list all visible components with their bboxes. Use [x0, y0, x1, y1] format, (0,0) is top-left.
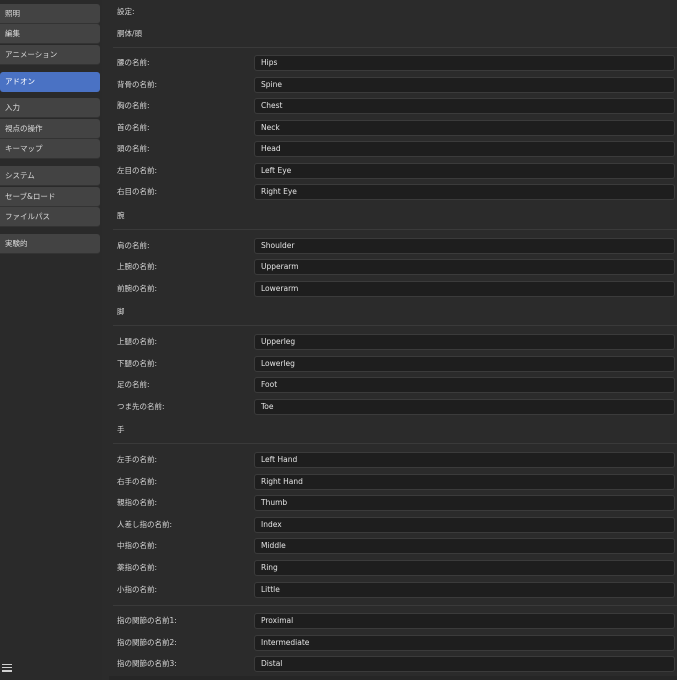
- section-divider: [113, 229, 677, 230]
- panel-bottom-edge: [109, 676, 677, 680]
- field-label-spine: 背骨の名前:: [117, 80, 158, 89]
- settings-heading: 設定:: [117, 7, 135, 16]
- field-label-index: 人差し指の名前:: [117, 520, 173, 529]
- section-divider: [113, 47, 677, 48]
- field-label-shoulder: 肩の名前:: [117, 241, 150, 250]
- field-label-hips: 腰の名前:: [117, 58, 150, 67]
- field-label-right-eye: 右目の名前:: [117, 187, 158, 196]
- field-label-thumb: 親指の名前:: [117, 498, 158, 507]
- neck-name-input[interactable]: Neck: [254, 120, 675, 136]
- field-label-foot: 足の名前:: [117, 380, 150, 389]
- lowerarm-name-input[interactable]: Lowerarm: [254, 281, 675, 297]
- sidebar-item-experimental[interactable]: 実験的: [0, 234, 100, 254]
- field-label-left-eye: 左目の名前:: [117, 166, 158, 175]
- field-label-middle: 中指の名前:: [117, 541, 158, 550]
- distal-name-input[interactable]: Distal: [254, 656, 675, 672]
- field-label-neck: 首の名前:: [117, 123, 150, 132]
- section-divider: [113, 605, 677, 606]
- field-label-distal: 指の関節の名前3:: [117, 659, 177, 668]
- proximal-name-input[interactable]: Proximal: [254, 613, 675, 629]
- field-label-head: 頭の名前:: [117, 144, 150, 153]
- field-label-little: 小指の名前:: [117, 585, 158, 594]
- field-label-upperarm: 上腕の名前:: [117, 262, 158, 271]
- chest-name-input[interactable]: Chest: [254, 98, 675, 114]
- shoulder-name-input[interactable]: Shoulder: [254, 238, 675, 254]
- intermediate-name-input[interactable]: Intermediate: [254, 635, 675, 651]
- thumb-name-input[interactable]: Thumb: [254, 495, 675, 511]
- upperleg-name-input[interactable]: Upperleg: [254, 334, 675, 350]
- upperarm-name-input[interactable]: Upperarm: [254, 259, 675, 275]
- sidebar-item-navigation[interactable]: 視点の操作: [0, 119, 100, 139]
- sidebar-item-lighting[interactable]: 照明: [0, 4, 100, 24]
- field-label-lowerleg: 下腿の名前:: [117, 359, 158, 368]
- field-label-toe: つま先の名前:: [117, 402, 165, 411]
- field-label-ring: 薬指の名前:: [117, 563, 158, 572]
- spine-name-input[interactable]: Spine: [254, 77, 675, 93]
- section-arm: 腕: [117, 211, 125, 220]
- lowerleg-name-input[interactable]: Lowerleg: [254, 356, 675, 372]
- middle-name-input[interactable]: Middle: [254, 538, 675, 554]
- section-hand: 手: [117, 425, 125, 434]
- toe-name-input[interactable]: Toe: [254, 399, 675, 415]
- field-label-right-hand: 右手の名前:: [117, 477, 158, 486]
- field-label-left-hand: 左手の名前:: [117, 455, 158, 464]
- addon-preferences-panel: 設定: 胴体/頭 腰の名前: Hips 背骨の名前: Spine 胸の名前: C…: [109, 0, 677, 680]
- sidebar-item-animation[interactable]: アニメーション: [0, 45, 100, 65]
- sidebar-item-save-load[interactable]: セーブ&ロード: [0, 187, 100, 207]
- right-eye-name-input[interactable]: Right Eye: [254, 184, 675, 200]
- sidebar-item-system[interactable]: システム: [0, 166, 100, 186]
- foot-name-input[interactable]: Foot: [254, 377, 675, 393]
- hips-name-input[interactable]: Hips: [254, 55, 675, 71]
- preferences-sidebar: 照明 編集 アニメーション アドオン 入力 視点の操作 キーマップ システム セ…: [0, 0, 102, 680]
- index-name-input[interactable]: Index: [254, 517, 675, 533]
- section-leg: 脚: [117, 307, 125, 316]
- field-label-lowerarm: 前腕の名前:: [117, 284, 158, 293]
- sidebar-item-editing[interactable]: 編集: [0, 24, 100, 44]
- field-label-chest: 胸の名前:: [117, 101, 150, 110]
- field-label-upperleg: 上腿の名前:: [117, 337, 158, 346]
- left-eye-name-input[interactable]: Left Eye: [254, 163, 675, 179]
- little-name-input[interactable]: Little: [254, 582, 675, 598]
- ring-name-input[interactable]: Ring: [254, 560, 675, 576]
- sidebar-item-file-paths[interactable]: ファイルパス: [0, 207, 100, 227]
- left-hand-name-input[interactable]: Left Hand: [254, 452, 675, 468]
- section-divider: [113, 443, 677, 444]
- sidebar-item-input[interactable]: 入力: [0, 98, 100, 118]
- head-name-input[interactable]: Head: [254, 141, 675, 157]
- section-divider: [113, 325, 677, 326]
- field-label-proximal: 指の関節の名前1:: [117, 616, 177, 625]
- section-body-head: 胴体/頭: [117, 29, 143, 38]
- sidebar-item-addons[interactable]: アドオン: [0, 72, 100, 92]
- right-hand-name-input[interactable]: Right Hand: [254, 474, 675, 490]
- field-label-intermediate: 指の関節の名前2:: [117, 638, 177, 647]
- sidebar-item-keymap[interactable]: キーマップ: [0, 139, 100, 159]
- hamburger-icon[interactable]: [2, 662, 12, 672]
